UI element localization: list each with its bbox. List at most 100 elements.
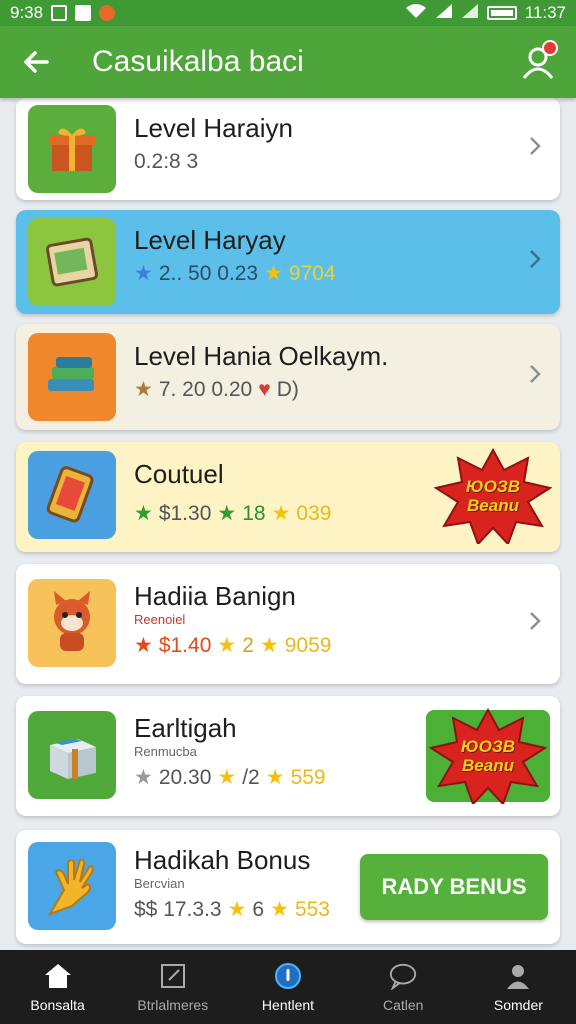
notification-badge — [542, 40, 558, 56]
back-button[interactable] — [18, 44, 54, 80]
item-title: Level Haraiyn — [134, 113, 293, 143]
item-value: 2 — [242, 634, 254, 657]
item-value: 9059 — [284, 634, 332, 657]
books-icon — [28, 333, 116, 421]
notification-icon — [51, 5, 68, 21]
heart-icon: ♥ — [258, 378, 271, 401]
list-item[interactable]: Level Haryay ★ 2.. 50 0.23 ★ 9704 — [16, 210, 560, 314]
home-icon — [43, 961, 73, 991]
crate-icon — [28, 711, 116, 799]
nav-item-chat[interactable]: Catlen — [346, 950, 461, 1024]
nav-item-profile[interactable]: Somder — [461, 950, 576, 1024]
fox-mascot-icon — [28, 579, 116, 667]
burst-line: ЮОЗВ — [460, 737, 516, 756]
star-icon: ★ — [271, 502, 291, 525]
notification-icon — [99, 5, 116, 21]
reward-list: Level Haraiyn 0.2:8 3 Level Haryay ★ 2..… — [0, 98, 576, 950]
page-title: Casuikalba baci — [92, 45, 304, 78]
gift-box-icon — [28, 105, 116, 193]
item-value: 7. 20 0.20 — [158, 378, 253, 401]
star-icon: ★ — [265, 766, 285, 789]
bonus-burst-badge[interactable]: ЮОЗВ Beanu — [433, 447, 553, 546]
app-bar: Casuikalba baci — [0, 26, 576, 98]
chat-icon — [388, 961, 418, 991]
circle-icon — [273, 961, 303, 991]
item-value: 0.2:8 3 — [134, 150, 199, 173]
nav-label: Hentlent — [261, 997, 315, 1013]
chevron-right-icon — [528, 363, 542, 391]
battery-icon — [486, 6, 517, 20]
list-item[interactable]: Level Hania Oelkaym. ★ 7. 20 0.20 ♥ D) — [16, 324, 560, 430]
star-icon: ★ — [264, 262, 283, 285]
burst-line: Beanu — [462, 756, 514, 775]
list-item[interactable]: Hadikah Bonus Bercvian $$ 17.3.3 ★ 6 ★ 5… — [16, 830, 560, 944]
signal-icon — [461, 3, 479, 24]
book-icon — [28, 218, 116, 306]
item-value: $1.40 — [158, 634, 212, 657]
chevron-right-icon — [528, 248, 542, 276]
item-value: 039 — [296, 502, 332, 525]
star-icon: ★ — [217, 634, 237, 657]
bonus-burst-badge[interactable]: ЮОЗВ Beanu — [426, 707, 550, 806]
item-value: /2 — [242, 766, 260, 789]
list-item[interactable]: Level Haraiyn 0.2:8 3 — [16, 98, 560, 200]
item-title: Level Haryay — [134, 225, 286, 255]
item-subtitle: Renmucba — [134, 744, 197, 759]
item-value: D) — [276, 378, 299, 401]
item-subtitle: Reenoiel — [134, 612, 186, 627]
item-title: Hadikah Bonus — [134, 845, 311, 875]
item-title: Level Hania Oelkaym. — [134, 341, 389, 371]
burst-line: Beanu — [467, 496, 519, 515]
item-value: 9704 — [288, 262, 336, 285]
list-item[interactable]: Earltigah Renmucba ★ 20.30 ★ /2 ★ 559 ЮО… — [16, 696, 560, 816]
wifi-icon — [405, 3, 427, 24]
status-clock: 11:37 — [524, 3, 566, 22]
nav-item-home[interactable]: Bonsalta — [0, 950, 115, 1024]
item-value: 18 — [242, 502, 266, 525]
star-icon: ★ — [134, 634, 153, 657]
star-icon: ★ — [217, 502, 237, 525]
bottom-navigation: Bonsalta Btrlalmeres Hentlent Catlen Som… — [0, 950, 576, 1024]
item-value: $$ 17.3.3 — [134, 898, 222, 921]
profile-button[interactable] — [518, 40, 558, 82]
status-bar: 9:38 11:37 — [0, 0, 576, 26]
item-subtitle: Bercvian — [134, 876, 185, 891]
star-icon: ★ — [134, 262, 153, 285]
star-icon: ★ — [134, 378, 153, 401]
notification-icon — [75, 5, 92, 21]
star-icon: ★ — [134, 766, 153, 789]
signal-icon — [435, 3, 453, 24]
nav-label: Btrlalmeres — [137, 997, 209, 1013]
chevron-right-icon — [528, 135, 542, 163]
burst-line: ЮОЗВ — [465, 477, 521, 496]
nav-label: Bonsalta — [30, 997, 85, 1013]
item-title: Hadiia Banign — [134, 581, 296, 611]
item-value: 553 — [294, 898, 330, 921]
status-time: 9:38 — [10, 3, 44, 22]
nav-label: Somder — [493, 997, 543, 1013]
item-value: $1.30 — [158, 502, 212, 525]
nav-item-center[interactable]: Hentlent — [230, 950, 345, 1024]
person-icon — [503, 961, 533, 991]
item-title: Coutuel — [134, 459, 224, 489]
star-icon: ★ — [227, 898, 247, 921]
item-value: 6 — [252, 898, 265, 921]
nav-label: Catlen — [382, 997, 424, 1013]
chevron-right-icon — [528, 610, 542, 638]
star-icon: ★ — [270, 898, 289, 921]
golden-hand-icon — [28, 842, 116, 930]
ready-bonus-button[interactable]: RADY BENUS — [360, 854, 548, 920]
item-value: 2.. 50 0.23 — [158, 262, 259, 285]
list-item[interactable]: Coutuel ★ $1.30 ★ 18 ★ 039 ЮОЗВ Beanu — [16, 442, 560, 552]
star-icon: ★ — [217, 766, 237, 789]
nav-item-edit[interactable]: Btrlalmeres — [115, 950, 230, 1024]
item-value: 559 — [290, 766, 326, 789]
back-arrow-icon — [24, 51, 49, 73]
edit-icon — [158, 961, 188, 991]
phone-card-icon — [28, 451, 116, 539]
item-value: 20.30 — [158, 766, 212, 789]
item-title: Earltigah — [134, 713, 237, 743]
star-icon: ★ — [259, 634, 279, 657]
star-icon: ★ — [134, 502, 153, 525]
list-item[interactable]: Hadiia Banign Reenoiel ★ $1.40 ★ 2 ★ 905… — [16, 564, 560, 684]
